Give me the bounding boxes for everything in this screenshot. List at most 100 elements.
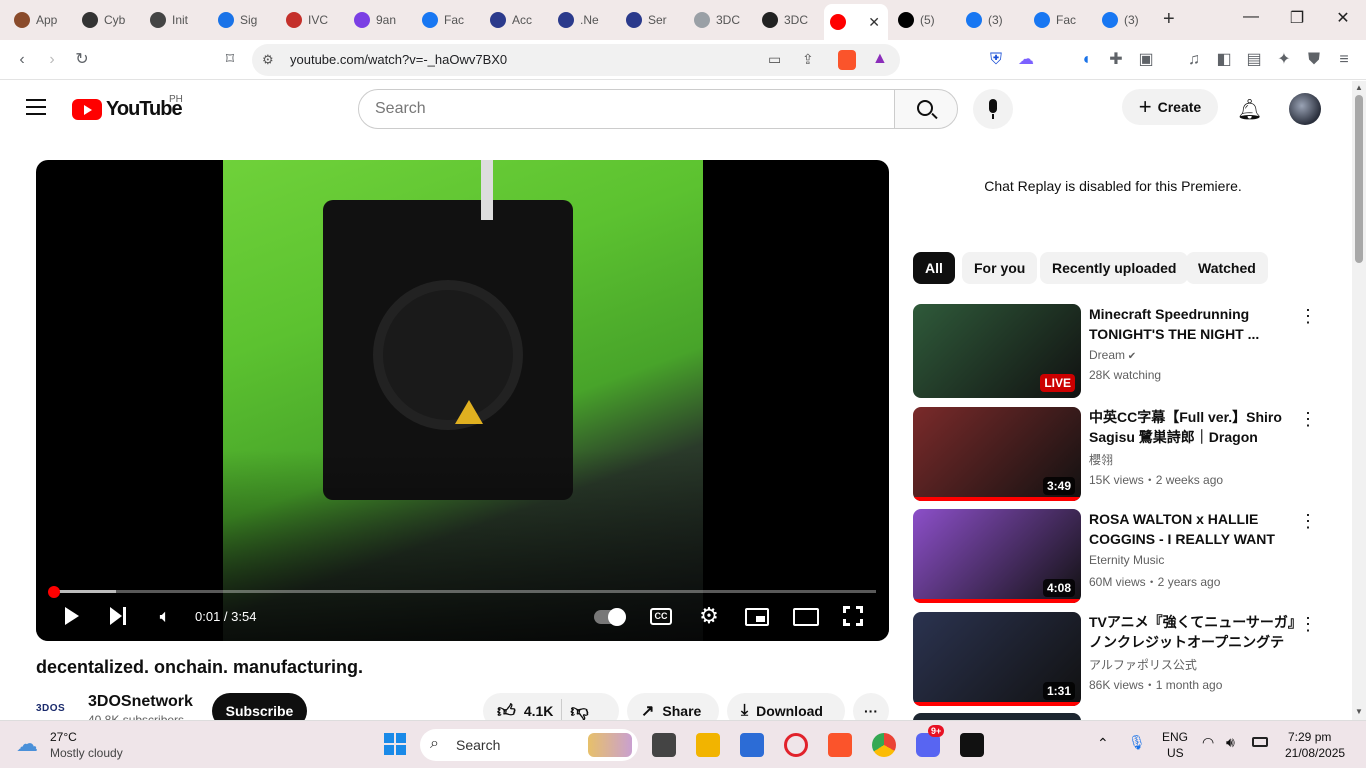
browser-tab[interactable]: Acc: [484, 6, 544, 34]
recommended-channel[interactable]: Dream: [1089, 348, 1125, 362]
recommended-title[interactable]: Minecraft Speedrunning TONIGHT'S THE NIG…: [1089, 304, 1295, 344]
like-icon[interactable]: 👍︎: [497, 700, 516, 722]
video-thumbnail[interactable]: 1:31: [913, 612, 1081, 706]
notifications-bell-icon[interactable]: 🔔︎: [1237, 97, 1262, 122]
browser-tab[interactable]: 3DC: [756, 6, 816, 34]
wifi-icon[interactable]: ◠: [1202, 734, 1214, 751]
more-options-icon[interactable]: ⋮: [1299, 614, 1317, 635]
filter-chip[interactable]: All: [913, 252, 955, 284]
vpn-icon[interactable]: ⛊: [1304, 50, 1324, 70]
lang-top[interactable]: ENG: [1162, 730, 1188, 744]
browser-tab[interactable]: IVC: [280, 6, 340, 34]
dislike-icon[interactable]: 👎︎: [570, 700, 588, 722]
scroll-up-arrow-icon[interactable]: ▲: [1355, 83, 1363, 92]
menu-icon[interactable]: ≡: [1334, 50, 1354, 70]
recommended-video[interactable]: 1:31 TVアニメ『強くてニューサーガ』ノンクレジットオープニングテーマ｜...…: [913, 612, 1317, 708]
browser-tab[interactable]: Init: [144, 6, 204, 34]
chrome-icon[interactable]: [872, 733, 896, 757]
channel-avatar[interactable]: 3DOS: [36, 703, 65, 714]
video-thumbnail[interactable]: LIVE: [913, 304, 1081, 398]
extensions-icon[interactable]: ✚: [1106, 50, 1126, 70]
taskbar-search[interactable]: ⌕ Search: [420, 729, 638, 761]
tray-chevron-icon[interactable]: ⌃: [1097, 735, 1109, 752]
audio-app-icon[interactable]: [960, 733, 984, 757]
search-button[interactable]: [894, 89, 958, 129]
browser-tab[interactable]: App: [8, 6, 68, 34]
media-icon[interactable]: ♫: [1184, 50, 1204, 70]
maximize-icon[interactable]: ❐: [1282, 8, 1312, 28]
settings-gear-icon[interactable]: ⚙: [695, 604, 723, 628]
browser-tab[interactable]: 9an: [348, 6, 408, 34]
channel-name[interactable]: 3DOSnetwork: [88, 693, 193, 711]
more-options-icon[interactable]: ⋮: [1299, 306, 1317, 327]
recommended-video[interactable]: LIVE Minecraft Speedrunning TONIGHT'S THE…: [913, 304, 1317, 400]
recommended-title[interactable]: TVアニメ『強くてニューサーガ』ノンクレジットオープニングテーマ｜...: [1089, 612, 1295, 652]
speaker-icon[interactable]: 🔊︎: [1226, 734, 1235, 751]
discord-icon[interactable]: 9+: [916, 725, 945, 757]
browser-tab[interactable]: Sig: [212, 6, 272, 34]
miniplayer-icon[interactable]: [745, 608, 769, 626]
browser-tab[interactable]: ✕: [824, 4, 888, 40]
browser-tab[interactable]: 3DC: [688, 6, 748, 34]
back-icon[interactable]: ‹: [12, 50, 32, 70]
lang-bottom[interactable]: US: [1167, 746, 1184, 760]
close-window-icon[interactable]: ✕: [1328, 8, 1358, 28]
opera-icon[interactable]: [784, 733, 808, 757]
next-button[interactable]: [104, 604, 132, 628]
clock-time[interactable]: 7:29 pm: [1288, 730, 1331, 744]
sidebar-icon[interactable]: ◧: [1214, 50, 1234, 70]
recommended-channel[interactable]: 櫻翎: [1089, 453, 1113, 467]
autoplay-toggle[interactable]: [594, 608, 626, 626]
task-view-icon[interactable]: [652, 733, 676, 757]
browser-tab[interactable]: .Ne: [552, 6, 612, 34]
microsoft-store-icon[interactable]: [740, 733, 764, 757]
play-button[interactable]: [57, 604, 85, 628]
clock-date[interactable]: 21/08/2025: [1285, 746, 1345, 760]
new-tab-button[interactable]: +: [1163, 8, 1175, 31]
browser-tab[interactable]: Ser: [620, 6, 680, 34]
theater-mode-icon[interactable]: [793, 608, 819, 626]
scrollbar-thumb[interactable]: [1355, 95, 1363, 263]
weather-temp[interactable]: 27°C: [50, 730, 77, 744]
more-options-icon[interactable]: ⋮: [1299, 409, 1317, 430]
reading-list-icon[interactable]: ▣: [1136, 50, 1156, 70]
progress-bar[interactable]: [50, 590, 876, 593]
recommended-video[interactable]: 4:08 ROSA WALTON x HALLIE COGGINS - I REA…: [913, 509, 1317, 605]
share-page-icon[interactable]: ⇪: [802, 51, 814, 68]
browser-tab[interactable]: Fac: [416, 6, 476, 34]
browser-tab[interactable]: Fac: [1028, 6, 1088, 34]
tray-mic-icon[interactable]: 🎙︎: [1128, 734, 1146, 751]
weather-cloud-icon[interactable]: ☁: [16, 731, 38, 757]
filter-chip[interactable]: Recently uploaded: [1040, 252, 1189, 284]
video-thumbnail[interactable]: 3:49: [913, 407, 1081, 501]
extension-shield-icon[interactable]: ⛨: [986, 50, 1006, 70]
brave-rewards-icon[interactable]: ▲: [872, 50, 888, 68]
cast-icon[interactable]: ▭: [768, 51, 781, 68]
scrubber-handle[interactable]: [48, 586, 60, 598]
file-explorer-icon[interactable]: [696, 733, 720, 757]
recommended-channel[interactable]: Eternity Music: [1089, 553, 1164, 567]
recommended-video[interactable]: 3:49 中英CC字幕【Full ver.】Shiro Sagisu 鷺巣詩郎｜D…: [913, 407, 1317, 503]
start-windows-icon[interactable]: [384, 733, 406, 755]
video-thumbnail[interactable]: 4:08: [913, 509, 1081, 603]
like-count[interactable]: 4.1K: [524, 703, 554, 719]
address-bar[interactable]: ⚙ youtube.com/watch?v=-_haOwv7BX0 ▭ ⇪ ▲: [252, 44, 900, 76]
site-info-icon[interactable]: ⚙: [262, 52, 274, 68]
browser-tab[interactable]: (3): [1096, 6, 1156, 34]
brave-browser-icon[interactable]: [828, 733, 852, 757]
browser-tab[interactable]: (5): [892, 6, 952, 34]
extension-signal-icon[interactable]: ◖: [1076, 50, 1096, 70]
create-button[interactable]: + Create: [1122, 89, 1218, 125]
more-options-icon[interactable]: ⋮: [1299, 511, 1317, 532]
minimize-icon[interactable]: —: [1236, 8, 1266, 26]
weather-desc[interactable]: Mostly cloudy: [50, 746, 123, 760]
recommended-title[interactable]: ROSA WALTON x HALLIE COGGINS - I REALLY …: [1089, 509, 1295, 549]
bookmark-icon[interactable]: ⌑: [220, 50, 240, 70]
avatar[interactable]: [1289, 93, 1321, 125]
recommended-title[interactable]: 中英CC字幕【Full ver.】Shiro Sagisu 鷺巣詩郎｜Drago…: [1089, 407, 1295, 447]
hamburger-menu-icon[interactable]: [26, 99, 46, 115]
battery-icon[interactable]: [1252, 737, 1268, 747]
filter-chip[interactable]: For you: [962, 252, 1038, 284]
browser-tab[interactable]: (3): [960, 6, 1020, 34]
reload-icon[interactable]: ↻: [72, 50, 92, 70]
